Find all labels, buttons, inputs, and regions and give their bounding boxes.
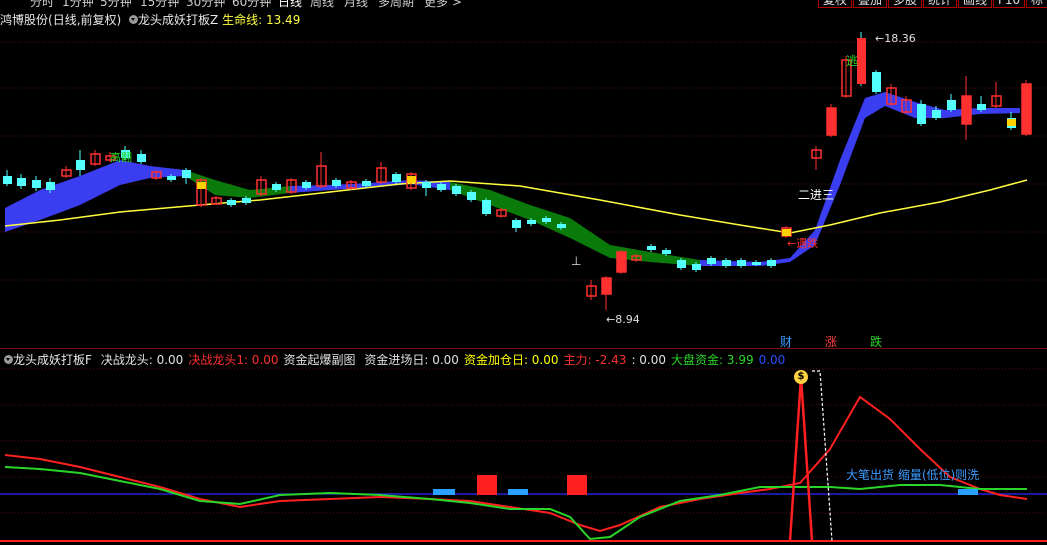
candle-body (617, 252, 626, 272)
candle-body (557, 224, 566, 228)
high-price-label: ←18.36 (875, 32, 916, 45)
ribbon-segment (570, 218, 610, 258)
kline-chart[interactable] (0, 0, 1047, 349)
signal-box (407, 176, 416, 183)
candle-body (137, 154, 146, 162)
signal-er-jin-san: 二进三 (798, 188, 835, 202)
signal-gaofan: 高翻 (110, 151, 132, 164)
candle-body (227, 200, 236, 205)
candle-body (272, 184, 281, 190)
candle-body (692, 264, 701, 270)
candle-body (932, 110, 941, 118)
candle-body (422, 182, 431, 188)
capital-flow-chart[interactable] (0, 349, 1047, 545)
signal-box (1007, 119, 1016, 126)
capital-bar (508, 489, 528, 495)
ribbon-segment (215, 180, 250, 198)
spike-dashed (812, 370, 833, 542)
candle-body (677, 260, 686, 268)
candle-body (467, 192, 476, 200)
ribbon-segment (610, 245, 650, 262)
candle-body (392, 174, 401, 182)
candle-body (452, 186, 461, 194)
candle-body (857, 38, 866, 84)
candle-body (437, 184, 446, 190)
sub-note: 大笔出货 缩量(低位)则洗 (846, 468, 980, 482)
candle-body (32, 180, 41, 188)
candle-body (707, 258, 716, 264)
ribbon-segment (250, 186, 290, 198)
capital-bar (958, 489, 978, 495)
candle-body (872, 72, 881, 92)
candle-body (17, 178, 26, 186)
candle-body (242, 198, 251, 203)
candle-body (542, 218, 551, 222)
candle-body (332, 180, 341, 186)
candle-body (767, 260, 776, 266)
candle-body (752, 262, 761, 265)
main-force-line (4, 395, 1028, 533)
candle-body (977, 104, 986, 110)
ribbon-segment (490, 190, 530, 220)
signal-yudie: ←遇跌 (787, 237, 819, 250)
capital-bar (477, 475, 497, 495)
candle-body (917, 104, 926, 124)
candle-body (3, 176, 12, 184)
candle-body (76, 160, 85, 170)
candle-body (947, 100, 956, 110)
capital-bar (433, 489, 455, 495)
ribbon-segment (865, 92, 885, 118)
bottom-marker: ⊥ (571, 254, 582, 268)
candle-body (737, 260, 746, 266)
signal-box (197, 182, 206, 189)
ribbon-segment (650, 252, 700, 266)
candle-body (662, 250, 671, 254)
capital-bar (567, 475, 587, 495)
candle-body (512, 220, 521, 228)
candle-body (527, 220, 536, 224)
candle-body (962, 96, 971, 124)
low-price-label: ←8.94 (606, 313, 640, 326)
candle-body (827, 108, 836, 135)
candle-body (362, 181, 371, 186)
dragon-spike (788, 376, 814, 542)
candle-body (182, 170, 191, 178)
ribbon-segment (80, 160, 120, 205)
candle-body (647, 246, 656, 250)
candle-body (1022, 84, 1031, 134)
candle-body (602, 278, 611, 294)
candle-body (167, 176, 176, 180)
ribbon-segment (840, 98, 865, 185)
candle-body (482, 200, 491, 214)
candle-body (46, 182, 55, 190)
money-bag-icon: $ (794, 370, 808, 384)
candle-body (722, 260, 731, 266)
candle-body (302, 182, 311, 188)
signal-tao: 逃 (846, 54, 859, 68)
